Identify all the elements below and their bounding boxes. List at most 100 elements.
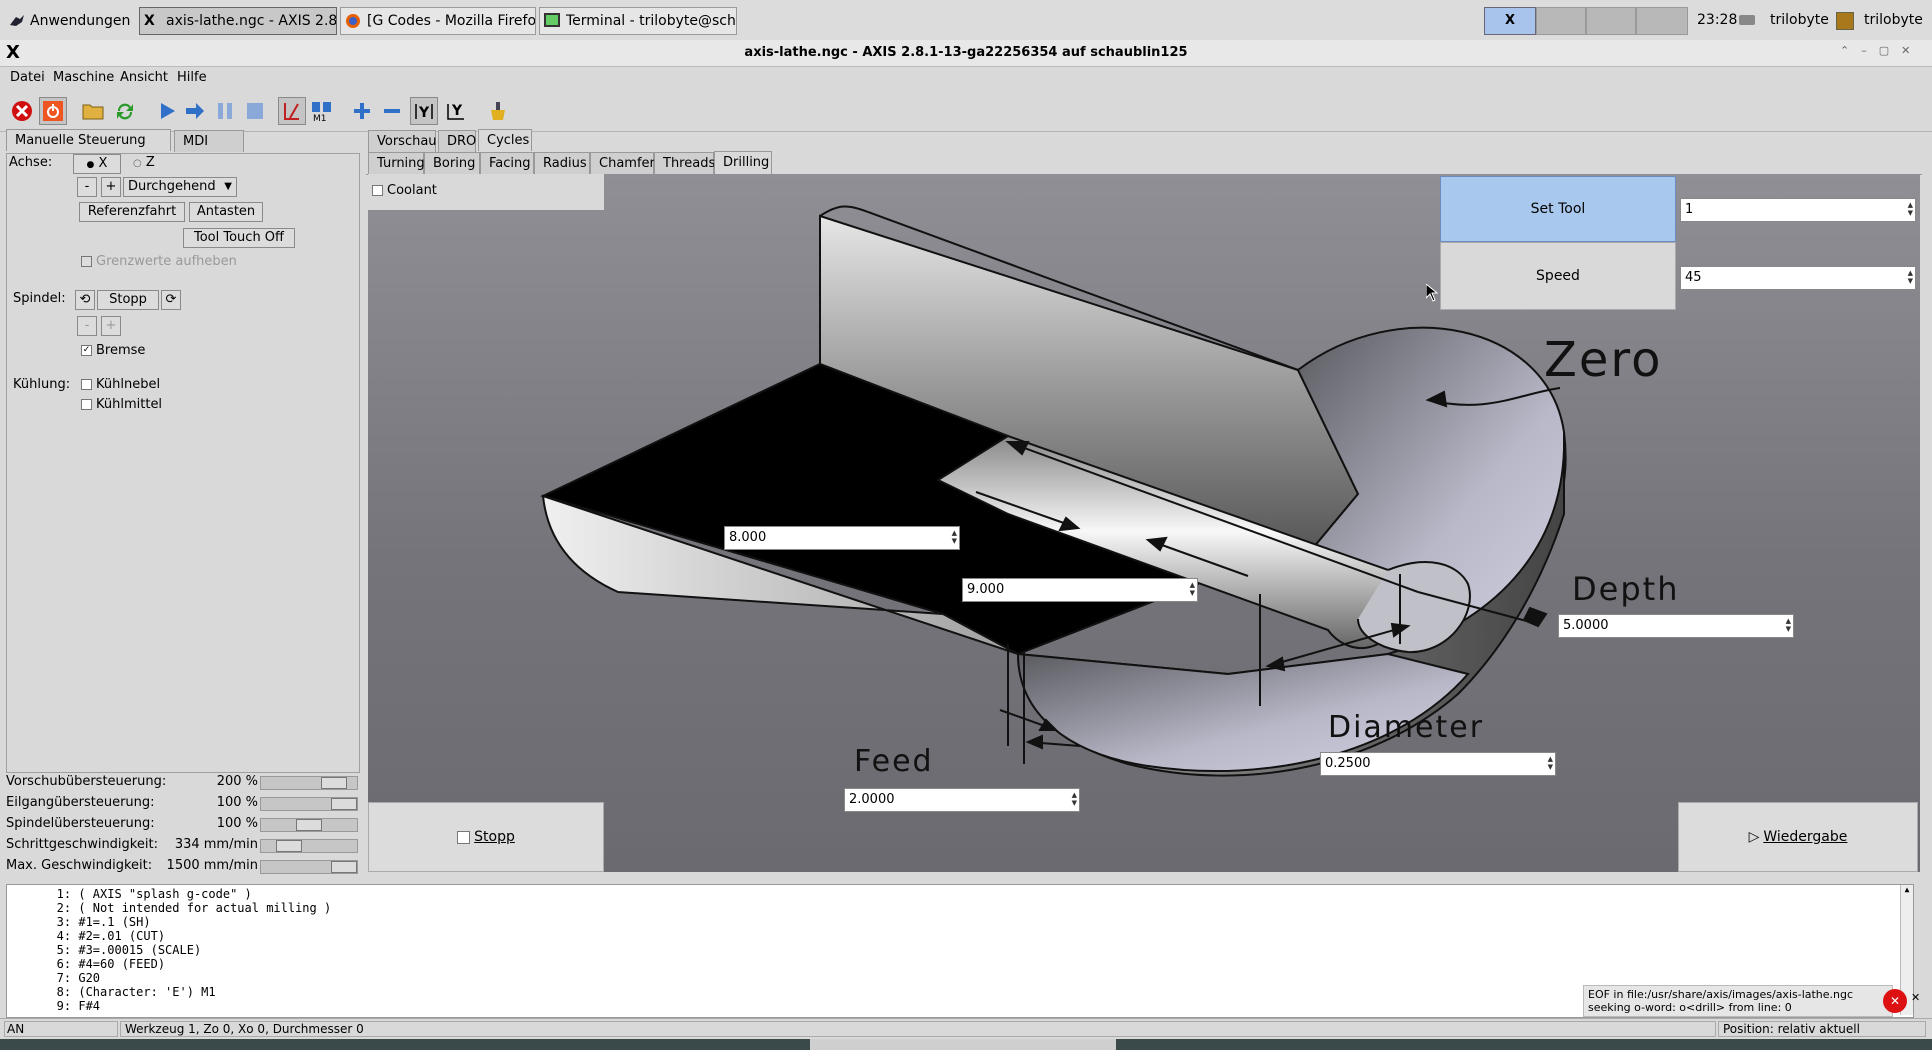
spindle-faster-button[interactable]: + [101, 316, 121, 336]
set-tool-button[interactable]: Set Tool [1440, 176, 1676, 242]
jog-plus-button[interactable]: + [101, 177, 121, 197]
workspace-1[interactable]: X [1484, 7, 1536, 35]
task-axis[interactable]: X axis-lathe.ngc - AXIS 2.8... [139, 7, 337, 35]
slider-thumb[interactable] [296, 819, 322, 831]
slider-thumb[interactable] [276, 840, 302, 852]
tab-threads[interactable]: Threads [654, 152, 715, 174]
spindle-override-slider[interactable] [260, 818, 358, 832]
override-limits-checkbox[interactable]: Grenzwerte aufheben [81, 254, 237, 269]
tool-touch-off-button[interactable]: Tool Touch Off [183, 228, 295, 248]
speed-button[interactable]: Speed [1440, 242, 1676, 310]
rapid-override-slider[interactable] [260, 797, 358, 811]
close-window-icon[interactable]: ✕ [1901, 44, 1922, 57]
stop-button[interactable]: Stopp [368, 802, 604, 872]
tab-mdi[interactable]: MDI [F5] [174, 130, 244, 171]
tab-preview[interactable]: Vorschau [368, 130, 437, 152]
slider-thumb[interactable] [331, 798, 357, 810]
tab-drilling[interactable]: Drilling [714, 151, 772, 174]
task-terminal[interactable]: Terminal - trilobyte@sch... [539, 7, 737, 35]
apps-menu-button[interactable]: Anwendungen [4, 7, 136, 35]
zoom-out-icon[interactable] [378, 97, 406, 125]
clear-plot-icon[interactable] [483, 97, 511, 125]
spin-arrows-icon[interactable]: ▲ ▼ [1908, 269, 1913, 285]
axis-x-radio[interactable]: ● X [73, 154, 121, 174]
depth-input[interactable]: 5.0000 ▲ ▼ [1558, 614, 1794, 638]
tab-manual-control[interactable]: Manuelle Steuerung [F3] [6, 129, 171, 170]
feed-override-slider[interactable] [260, 776, 358, 790]
task-firefox[interactable]: [G Codes - Mozilla Firefox] [340, 7, 536, 35]
gcode-line[interactable]: 2: ( Not intended for actual milling ) [35, 901, 332, 915]
home-button[interactable]: Referenzfahrt [79, 202, 185, 222]
gcode-line[interactable]: 6: #4=60 (FEED) [35, 957, 165, 971]
jog-minus-button[interactable]: - [77, 177, 97, 197]
slider-thumb[interactable] [321, 777, 347, 789]
tab-turning[interactable]: Turning [368, 152, 425, 174]
optional-stop-icon[interactable]: M1 [308, 97, 336, 125]
spin-arrows-icon[interactable]: ▲ ▼ [1072, 791, 1077, 807]
scroll-up-icon[interactable]: ▲ [1901, 885, 1913, 894]
set-tool-input[interactable]: 1 ▲ ▼ [1680, 198, 1916, 222]
field-b-input[interactable]: 9.000 ▲ ▼ [962, 578, 1198, 602]
spin-arrows-icon[interactable]: ▲ ▼ [1548, 755, 1553, 771]
gcode-line[interactable]: 1: ( AXIS "splash g-code" ) [35, 887, 252, 901]
spindle-stop-button[interactable]: Stopp [97, 290, 159, 310]
open-file-icon[interactable] [79, 97, 107, 125]
machine-power-icon[interactable] [39, 97, 67, 125]
axis-z-radio[interactable]: ○ Z [133, 155, 155, 170]
feed-input[interactable]: 2.0000 ▲ ▼ [844, 788, 1080, 812]
network-icon[interactable] [1738, 12, 1756, 28]
dock[interactable] [810, 1039, 1116, 1050]
tab-chamfer[interactable]: Chamfer [590, 152, 655, 174]
tab-cycles[interactable]: Cycles [478, 129, 532, 151]
step-icon[interactable] [181, 97, 209, 125]
speed-input[interactable]: 45 ▲ ▼ [1680, 266, 1916, 290]
tab-radius[interactable]: Radius [534, 152, 590, 174]
diameter-input[interactable]: 0.2500 ▲ ▼ [1320, 752, 1556, 776]
coolant-checkbox[interactable]: Coolant [372, 183, 437, 198]
mist-checkbox[interactable]: Kühlnebel [81, 377, 160, 392]
close-notification-icon[interactable]: ✕ [1911, 991, 1920, 1004]
menu-maschine[interactable]: Maschine [53, 70, 114, 85]
estop-icon[interactable] [8, 97, 36, 125]
gcode-line[interactable]: 8: (Character: 'E') M1 [35, 985, 216, 999]
window-controls[interactable]: ⌃–▢✕ [1840, 44, 1922, 57]
spin-arrows-icon[interactable]: ▲ ▼ [1190, 581, 1195, 597]
jog-mode-select[interactable]: Durchgehend ▼ [123, 177, 237, 197]
keyring-icon[interactable] [1836, 12, 1854, 30]
view-y-icon[interactable]: Y [410, 97, 438, 125]
workspace-switcher[interactable]: X [1484, 7, 1688, 35]
spin-arrows-icon[interactable]: ▲ ▼ [1908, 201, 1913, 217]
menu-ansicht[interactable]: Ansicht [120, 70, 168, 85]
workspace-4[interactable] [1636, 7, 1688, 35]
touch-off-button[interactable]: Antasten [189, 202, 263, 222]
spindle-cw-icon[interactable]: ⟳ [161, 290, 181, 310]
gcode-line[interactable]: 3: #1=.1 (SH) [35, 915, 151, 929]
spin-arrows-icon[interactable]: ▲ ▼ [1786, 617, 1791, 633]
spindle-ccw-icon[interactable]: ⟲ [75, 290, 95, 310]
gcode-line[interactable]: 5: #3=.00015 (SCALE) [35, 943, 202, 957]
run-icon[interactable] [153, 97, 181, 125]
jog-speed-slider[interactable] [260, 839, 358, 853]
workspace-2[interactable] [1536, 7, 1586, 35]
max-velocity-slider[interactable] [260, 860, 358, 874]
tab-facing[interactable]: Facing [480, 152, 534, 174]
workspace-3[interactable] [1586, 7, 1636, 35]
gcode-line[interactable]: 9: F#4 [35, 999, 100, 1013]
block-delete-icon[interactable] [278, 97, 306, 125]
tab-boring[interactable]: Boring [424, 152, 480, 174]
maximize-icon[interactable]: ▢ [1879, 44, 1901, 57]
spin-arrows-icon[interactable]: ▲ ▼ [952, 529, 957, 545]
shade-icon[interactable]: ⌃ [1840, 44, 1861, 57]
view-y-rotated-icon[interactable]: Y [442, 97, 470, 125]
pause-icon[interactable] [211, 97, 239, 125]
slider-thumb[interactable] [331, 861, 357, 873]
minimize-icon[interactable]: – [1861, 44, 1879, 57]
spindle-slower-button[interactable]: - [77, 316, 97, 336]
field-a-input[interactable]: 8.000 ▲ ▼ [724, 526, 960, 550]
run-button[interactable]: ▷ Wiedergabe [1678, 802, 1918, 872]
flood-checkbox[interactable]: Kühlmittel [81, 397, 162, 412]
gcode-line[interactable]: 4: #2=.01 (CUT) [35, 929, 165, 943]
zoom-in-icon[interactable] [348, 97, 376, 125]
brake-checkbox[interactable]: ✓ Bremse [81, 343, 145, 358]
reload-icon[interactable] [111, 97, 139, 125]
